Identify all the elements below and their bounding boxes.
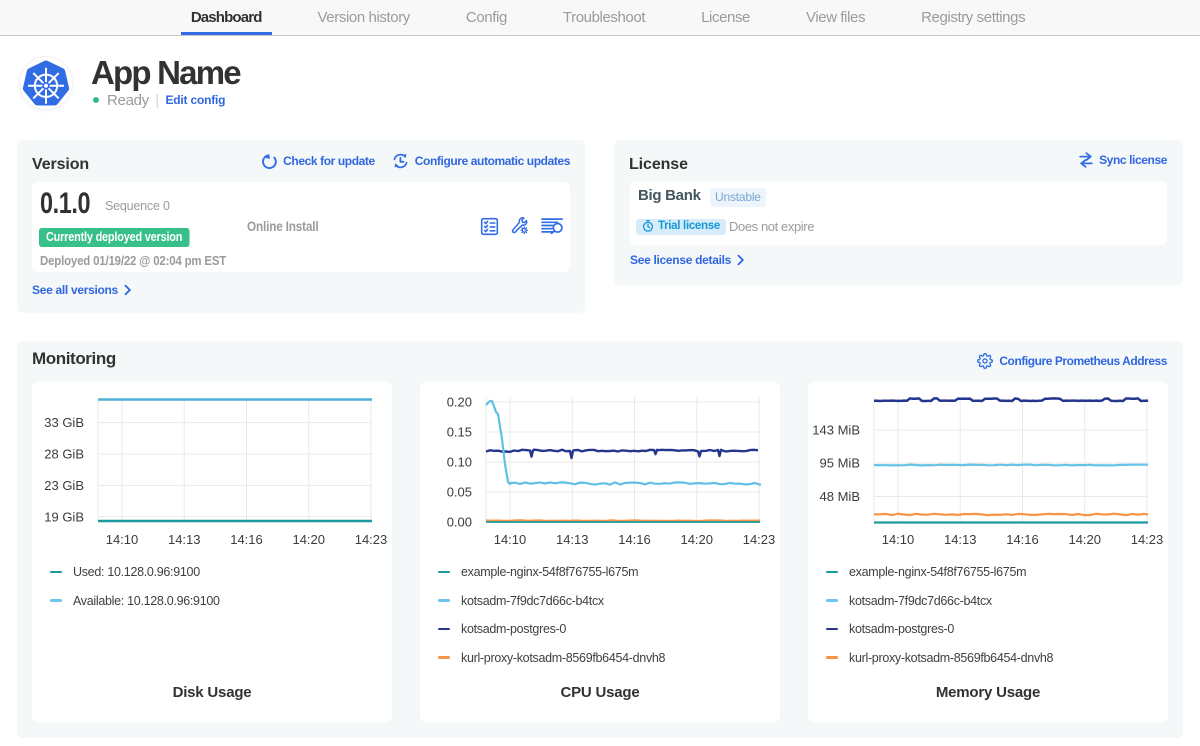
svg-text:14:16: 14:16 [1006, 532, 1039, 547]
svg-text:14:23: 14:23 [355, 532, 388, 547]
svg-text:14:20: 14:20 [1068, 532, 1101, 547]
svg-text:14:16: 14:16 [618, 532, 651, 547]
svg-text:14:13: 14:13 [944, 532, 977, 547]
svg-text:14:13: 14:13 [168, 532, 201, 547]
svg-text:33 GiB: 33 GiB [44, 415, 84, 430]
svg-text:14:20: 14:20 [292, 532, 325, 547]
svg-text:14:20: 14:20 [680, 532, 713, 547]
svg-text:14:10: 14:10 [106, 532, 139, 547]
svg-text:14:10: 14:10 [494, 532, 527, 547]
svg-text:48 MiB: 48 MiB [820, 489, 860, 504]
svg-text:95 MiB: 95 MiB [820, 456, 860, 471]
svg-text:0.10: 0.10 [447, 455, 472, 470]
svg-text:14:13: 14:13 [556, 532, 589, 547]
svg-text:19 GiB: 19 GiB [44, 509, 84, 524]
svg-text:14:23: 14:23 [743, 532, 776, 547]
svg-text:143 MiB: 143 MiB [812, 423, 860, 438]
svg-text:28 GiB: 28 GiB [44, 447, 84, 462]
svg-text:23 GiB: 23 GiB [44, 478, 84, 493]
svg-text:0.20: 0.20 [447, 395, 472, 410]
svg-text:14:16: 14:16 [230, 532, 263, 547]
svg-text:0.05: 0.05 [447, 485, 472, 500]
svg-text:14:23: 14:23 [1131, 532, 1164, 547]
svg-text:0.15: 0.15 [447, 425, 472, 440]
svg-text:0.00: 0.00 [447, 515, 472, 530]
svg-text:14:10: 14:10 [882, 532, 915, 547]
